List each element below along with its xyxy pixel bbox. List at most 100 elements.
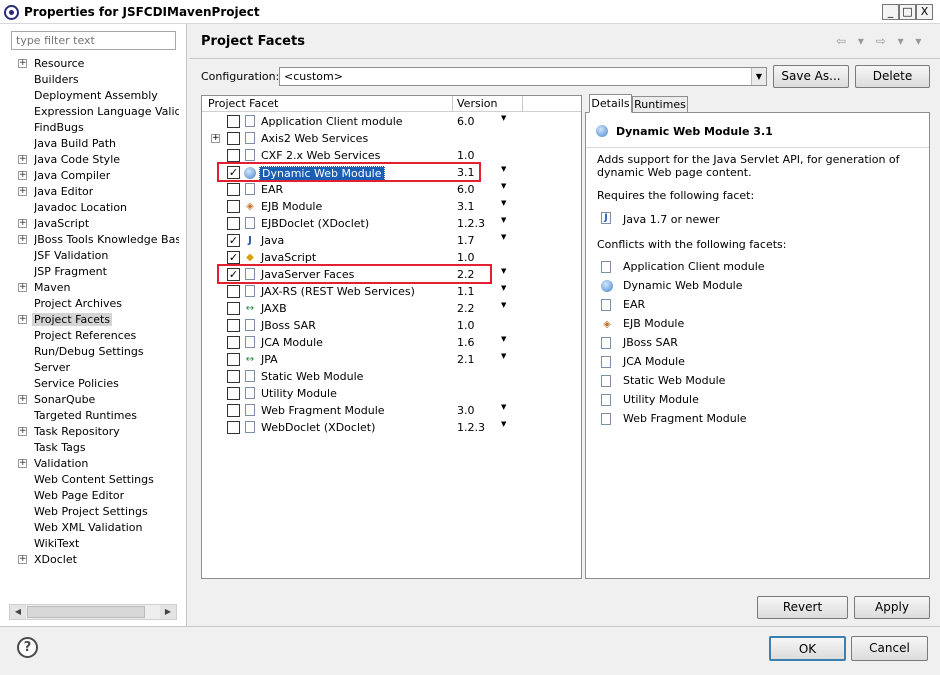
expand-icon[interactable]: + [18,59,27,68]
scroll-thumb[interactable] [27,606,145,618]
version-dropdown-icon[interactable]: ▼ [501,284,506,292]
facet-checkbox[interactable] [227,149,240,162]
facet-version[interactable]: 2.1 [457,353,475,366]
nav-item[interactable]: Service Policies [0,376,187,392]
version-dropdown-icon[interactable]: ▼ [501,199,506,207]
facet-checkbox[interactable] [227,421,240,434]
facet-checkbox[interactable] [227,353,240,366]
facet-version[interactable]: 2.2 [457,302,475,315]
nav-item[interactable]: + Project Facets [0,312,187,328]
expand-icon[interactable]: + [18,427,27,436]
nav-item[interactable]: Task Tags [0,440,187,456]
nav-item[interactable]: WikiText [0,536,187,552]
facet-version[interactable]: 1.7 [457,234,475,247]
facet-version[interactable]: 6.0 [457,183,475,196]
expand-icon[interactable]: + [18,235,27,244]
nav-item[interactable]: Web Content Settings [0,472,187,488]
nav-item[interactable]: Targeted Runtimes [0,408,187,424]
facet-version[interactable]: 1.1 [457,285,475,298]
facet-checkbox[interactable] [227,217,240,230]
facet-checkbox[interactable] [227,387,240,400]
configuration-select[interactable]: <custom> ▼ [279,67,767,86]
nav-item[interactable]: + Maven [0,280,187,296]
version-dropdown-icon[interactable]: ▼ [501,165,506,173]
facet-row[interactable]: JBoss SAR 1.0 [202,317,581,334]
facet-row[interactable]: + Axis2 Web Services [202,130,581,147]
expand-icon[interactable]: + [18,219,27,228]
ok-button[interactable]: OK [769,636,846,661]
apply-button[interactable]: Apply [854,596,930,619]
version-dropdown-icon[interactable]: ▼ [501,301,506,309]
facet-checkbox[interactable] [227,132,240,145]
nav-item[interactable]: + Task Repository [0,424,187,440]
expand-icon[interactable]: + [18,171,27,180]
facet-version[interactable]: 1.6 [457,336,475,349]
minimize-button[interactable]: _ [882,4,899,20]
nav-item[interactable]: Server [0,360,187,376]
nav-item[interactable]: + Validation [0,456,187,472]
expand-icon[interactable]: + [18,155,27,164]
nav-item[interactable]: JSP Fragment [0,264,187,280]
facet-row[interactable]: ✓ J Java 1.7 ▼ [202,232,581,249]
facet-row[interactable]: Static Web Module [202,368,581,385]
tab-details[interactable]: Details [589,94,632,113]
nav-item[interactable]: + Java Code Style [0,152,187,168]
facet-row[interactable]: EJBDoclet (XDoclet) 1.2.3 ▼ [202,215,581,232]
facet-checkbox[interactable] [227,370,240,383]
version-dropdown-icon[interactable]: ▼ [501,182,506,190]
nav-item[interactable]: Web Project Settings [0,504,187,520]
nav-item[interactable]: Run/Debug Settings [0,344,187,360]
facet-version[interactable]: 1.0 [457,319,475,332]
facet-row[interactable]: Utility Module [202,385,581,402]
version-dropdown-icon[interactable]: ▼ [501,403,506,411]
facet-checkbox[interactable]: ✓ [227,251,240,264]
facet-row[interactable]: JCA Module 1.6 ▼ [202,334,581,351]
expand-icon[interactable]: + [18,395,27,404]
facet-row[interactable]: EAR 6.0 ▼ [202,181,581,198]
nav-item[interactable]: Builders [0,72,187,88]
facet-version[interactable]: 3.0 [457,404,475,417]
expand-icon[interactable]: + [18,555,27,564]
facet-row[interactable]: WebDoclet (XDoclet) 1.2.3 ▼ [202,419,581,436]
close-button[interactable]: X [916,4,933,20]
facet-version[interactable]: 6.0 [457,115,475,128]
version-dropdown-icon[interactable]: ▼ [501,233,506,241]
version-dropdown-icon[interactable]: ▼ [501,335,506,343]
column-header-version[interactable]: Version [457,97,497,110]
facet-checkbox[interactable] [227,183,240,196]
version-dropdown-icon[interactable]: ▼ [501,114,506,122]
tab-runtimes[interactable]: Runtimes [632,96,688,113]
facet-row[interactable]: ↔ JAXB 2.2 ▼ [202,300,581,317]
nav-item[interactable]: + Resource [0,56,187,72]
nav-item[interactable]: + Java Compiler [0,168,187,184]
nav-item[interactable]: Javadoc Location [0,200,187,216]
facet-checkbox[interactable] [227,302,240,315]
nav-item[interactable]: FindBugs [0,120,187,136]
help-icon[interactable]: ? [17,637,38,658]
facet-version[interactable]: 1.0 [457,149,475,162]
chevron-down-icon[interactable]: ▼ [751,68,766,85]
facet-checkbox[interactable] [227,285,240,298]
facet-version[interactable]: 1.0 [457,251,475,264]
nav-item[interactable]: Project References [0,328,187,344]
version-dropdown-icon[interactable]: ▼ [501,420,506,428]
filter-input[interactable] [11,31,176,50]
facet-row[interactable]: Web Fragment Module 3.0 ▼ [202,402,581,419]
facet-checkbox[interactable] [227,200,240,213]
facet-row[interactable]: Application Client module 6.0 ▼ [202,113,581,130]
revert-button[interactable]: Revert [757,596,848,619]
nav-item[interactable]: + SonarQube [0,392,187,408]
facet-checkbox[interactable] [227,404,240,417]
nav-item[interactable]: + Java Editor [0,184,187,200]
facet-checkbox[interactable]: ✓ [227,234,240,247]
facet-row[interactable]: JAX-RS (REST Web Services) 1.1 ▼ [202,283,581,300]
version-dropdown-icon[interactable]: ▼ [501,267,506,275]
expand-icon[interactable]: + [18,315,27,324]
expand-icon[interactable]: + [18,459,27,468]
facet-version[interactable]: 3.1 [457,200,475,213]
nav-item[interactable]: + JBoss Tools Knowledge Base [0,232,187,248]
nav-item[interactable]: Project Archives [0,296,187,312]
nav-item[interactable]: + XDoclet [0,552,187,568]
nav-item[interactable]: Java Build Path [0,136,187,152]
horizontal-scrollbar[interactable]: ◀ ▶ [9,604,177,620]
